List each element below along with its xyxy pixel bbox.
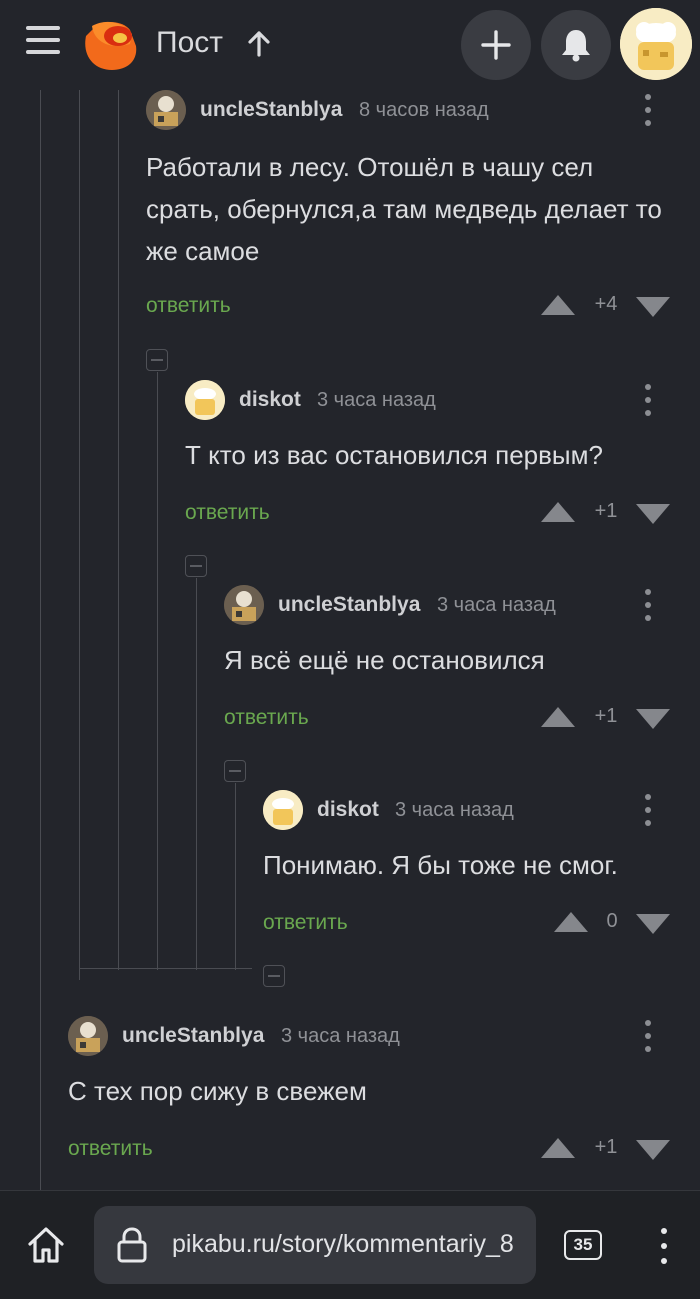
thread-line: [196, 578, 197, 970]
more-options-icon[interactable]: [640, 792, 656, 828]
comment-text: Работали в лесу. Отошёл в чашу сел срать…: [146, 152, 662, 266]
author-name[interactable]: uncleStanblya: [122, 1024, 264, 1048]
comment-rating: 0: [606, 910, 618, 932]
thread-line: [40, 90, 41, 1190]
author-avatar[interactable]: [185, 380, 225, 420]
downvote-icon[interactable]: [635, 1139, 671, 1161]
author-avatar[interactable]: [224, 585, 264, 625]
comment-rating: +1: [594, 1136, 618, 1158]
more-options-icon[interactable]: [640, 382, 656, 418]
browser-menu-icon[interactable]: [656, 1226, 672, 1266]
url-text: pikabu.ru/story/kommentariy_8: [172, 1230, 514, 1258]
reply-link[interactable]: ответить: [263, 911, 348, 935]
home-icon[interactable]: [26, 1225, 66, 1265]
tabs-button[interactable]: 35: [564, 1230, 602, 1260]
upvote-icon[interactable]: [540, 294, 576, 316]
downvote-icon[interactable]: [635, 296, 671, 318]
reply-link[interactable]: ответить: [146, 294, 231, 318]
notifications-button[interactable]: [541, 10, 611, 80]
top-bar: Пост: [0, 0, 700, 90]
comment-rating: +1: [594, 500, 618, 522]
bell-icon: [562, 30, 590, 62]
author-avatar[interactable]: [146, 90, 186, 130]
upvote-icon[interactable]: [540, 1137, 576, 1159]
browser-toolbar: pikabu.ru/story/kommentariy_8 35: [0, 1190, 700, 1299]
comment: uncleStanblya 8 часов назад Работали в л…: [146, 90, 700, 330]
reply-link[interactable]: ответить: [68, 1137, 153, 1161]
upvote-icon[interactable]: [540, 501, 576, 523]
comment-time: 8 часов назад: [359, 99, 489, 121]
comment: diskot 3 часа назад Понимаю. Я бы тоже н…: [263, 790, 700, 950]
upvote-icon[interactable]: [553, 911, 589, 933]
more-options-icon[interactable]: [640, 92, 656, 128]
comment-text: Понимаю. Я бы тоже не смог.: [263, 850, 618, 880]
comment-time: 3 часа назад: [395, 799, 514, 821]
comment-text: Я всё ещё не остановился: [224, 645, 545, 675]
downvote-icon[interactable]: [635, 913, 671, 935]
author-name[interactable]: diskot: [317, 798, 379, 822]
upvote-icon[interactable]: [540, 706, 576, 728]
page-title: Пост: [156, 26, 223, 59]
author-name[interactable]: uncleStanblya: [200, 98, 342, 122]
reply-link[interactable]: ответить: [185, 501, 270, 525]
up-arrow-icon[interactable]: [246, 30, 272, 58]
comment-tree: uncleStanblya 8 часов назад Работали в л…: [0, 90, 700, 1190]
thread-line: [79, 90, 80, 980]
author-name[interactable]: diskot: [239, 388, 301, 412]
downvote-icon[interactable]: [635, 503, 671, 525]
collapse-button[interactable]: [146, 349, 168, 371]
thread-line: [157, 372, 158, 970]
user-avatar[interactable]: [620, 8, 692, 80]
reply-link[interactable]: ответить: [224, 706, 309, 730]
thread-line: [79, 968, 252, 969]
comment-text: С тех пор сижу в свежем: [68, 1076, 367, 1106]
author-name[interactable]: uncleStanblya: [278, 593, 420, 617]
more-options-icon[interactable]: [640, 587, 656, 623]
pikabu-logo[interactable]: [80, 16, 140, 72]
comment-rating: +1: [594, 705, 618, 727]
add-post-button[interactable]: [461, 10, 531, 80]
menu-icon[interactable]: [26, 26, 62, 56]
address-bar[interactable]: pikabu.ru/story/kommentariy_8: [94, 1206, 536, 1284]
comment: diskot 3 часа назад Т кто из вас останов…: [185, 380, 700, 540]
collapse-button[interactable]: [224, 760, 246, 782]
comment: uncleStanblya 3 часа назад Я всё ещё не …: [224, 585, 700, 745]
avatar-image: [620, 8, 692, 80]
plus-icon: [481, 30, 511, 60]
comment-time: 3 часа назад: [281, 1025, 400, 1047]
comment: uncleStanblya 3 часа назад С тех пор сиж…: [68, 1016, 700, 1176]
author-avatar[interactable]: [68, 1016, 108, 1056]
lock-icon[interactable]: [116, 1226, 148, 1264]
thread-line: [235, 783, 236, 970]
comment-text: Т кто из вас остановился первым?: [185, 440, 603, 470]
author-avatar[interactable]: [263, 790, 303, 830]
comment-rating: +4: [594, 293, 618, 315]
collapse-button[interactable]: [263, 965, 285, 987]
collapse-button[interactable]: [185, 555, 207, 577]
thread-line: [118, 90, 119, 970]
comment-time: 3 часа назад: [317, 389, 436, 411]
downvote-icon[interactable]: [635, 708, 671, 730]
more-options-icon[interactable]: [640, 1018, 656, 1054]
comment-time: 3 часа назад: [437, 594, 556, 616]
